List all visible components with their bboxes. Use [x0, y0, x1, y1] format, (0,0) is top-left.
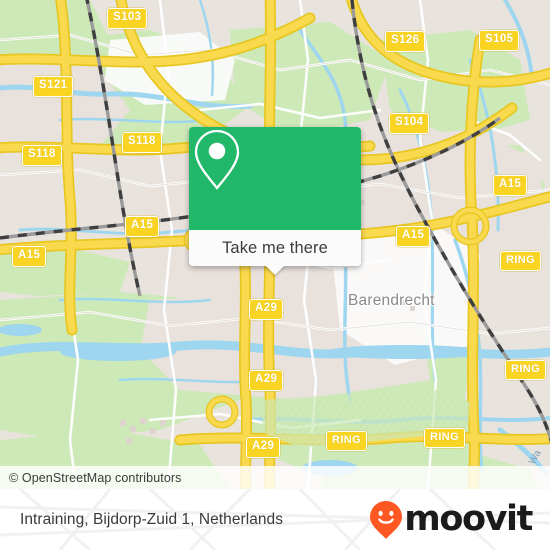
map-attribution-bar: © OpenStreetMap contributors: [0, 466, 550, 489]
moovit-map-page: S103 S126 S105 S121 S104 S118 S118 A15 A15 A15 A15…: [0, 0, 550, 550]
road-shield-s121: S121: [33, 76, 74, 97]
road-shield-ring: RING: [424, 428, 466, 448]
osm-attribution-text[interactable]: © OpenStreetMap contributors: [0, 471, 182, 485]
road-shield-a29: A29: [249, 370, 284, 391]
road-shield-a15: A15: [12, 246, 47, 267]
road-shield-s103: S103: [107, 8, 148, 29]
moovit-smiley-pin-icon: [370, 500, 403, 539]
footer-bar: Intraining, Bijdorp-Zuid 1, Netherlands …: [0, 489, 550, 550]
map-pin-icon: [194, 129, 240, 190]
road-shield-a15: A15: [493, 175, 528, 196]
moovit-wordmark: moovit: [404, 499, 533, 539]
road-shield-s105: S105: [479, 30, 520, 51]
road-shield-a15: A15: [396, 226, 431, 247]
map-canvas[interactable]: S103 S126 S105 S121 S104 S118 S118 A15 A15 A15 A15…: [0, 0, 550, 489]
road-shield-s118: S118: [22, 145, 62, 166]
road-shield-a29: A29: [246, 437, 281, 458]
callout-pointer-arrow: [265, 265, 285, 275]
callout-action-bar[interactable]: Take me there: [189, 230, 361, 275]
take-me-there-callout[interactable]: Take me there: [189, 127, 361, 275]
road-shield-a29: A29: [249, 299, 284, 320]
road-shield-a15: A15: [125, 216, 160, 237]
callout-icon-panel: [189, 127, 361, 230]
take-me-there-label: Take me there: [222, 238, 328, 257]
place-label-barendrecht: Barendrecht: [348, 292, 435, 309]
road-shield-s104: S104: [389, 113, 430, 134]
road-shield-ring: RING: [500, 251, 542, 271]
road-shield-ring: RING: [326, 431, 368, 451]
moovit-brand[interactable]: moovit: [369, 500, 550, 540]
location-title: Intraining, Bijdorp-Zuid 1, Netherlands: [20, 510, 284, 528]
road-shield-ring: RING: [505, 360, 547, 380]
road-shield-s126: S126: [385, 31, 426, 52]
road-shield-s118: S118: [122, 132, 162, 153]
